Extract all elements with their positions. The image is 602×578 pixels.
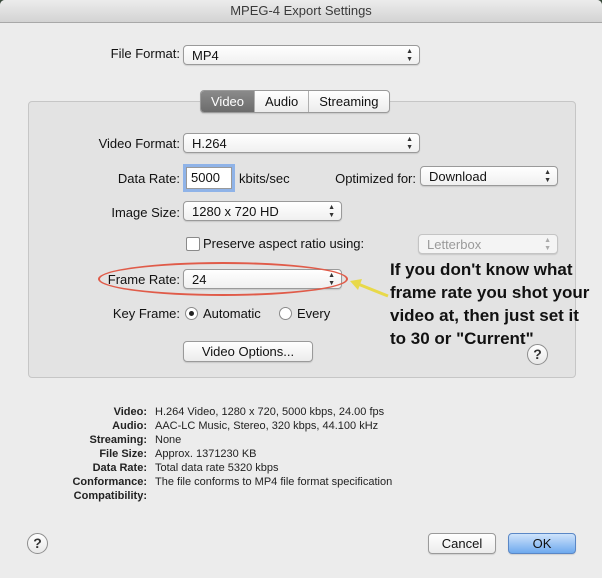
data-rate-label: Data Rate: xyxy=(117,171,180,186)
file-format-label: File Format: xyxy=(110,46,180,61)
data-rate-input[interactable]: 5000 xyxy=(186,167,232,189)
data-rate-unit: kbits/sec xyxy=(239,171,290,186)
ok-button[interactable]: OK xyxy=(508,533,576,554)
summary-key-video: Video: xyxy=(113,406,147,418)
summary-value-streaming: None xyxy=(155,434,182,446)
window-title: MPEG-4 Export Settings xyxy=(0,0,602,23)
key-frame-every-radio[interactable] xyxy=(279,307,292,320)
up-down-chevron-icon: ▲ ▼ xyxy=(544,169,551,184)
video-format-value: H.264 xyxy=(192,136,227,151)
preserve-aspect-value: Letterbox xyxy=(427,237,482,252)
annotation-note: If you don't know what frame rate you sh… xyxy=(390,260,590,348)
up-down-chevron-icon: ▲ ▼ xyxy=(328,204,335,219)
tab-audio[interactable]: Audio xyxy=(255,91,310,112)
summary-key-conformance: Conformance: xyxy=(72,476,147,488)
key-frame-label: Key Frame: xyxy=(112,306,180,321)
summary-value-data-rate: Total data rate 5320 kbps xyxy=(155,462,279,474)
export-settings-window: MPEG-4 Export Settings File Format: MP4 … xyxy=(0,0,602,578)
key-frame-automatic-label: Automatic xyxy=(203,306,261,321)
file-format-value: MP4 xyxy=(192,48,219,63)
summary-section: Video: H.264 Video, 1280 x 720, 5000 kbp… xyxy=(0,406,602,506)
preserve-aspect-popup[interactable]: Letterbox ▲ ▼ xyxy=(418,234,558,254)
image-size-value: 1280 x 720 HD xyxy=(192,204,279,219)
preserve-aspect-label: Preserve aspect ratio using: xyxy=(203,236,365,251)
settings-tabs: Video Audio Streaming xyxy=(200,90,390,113)
image-size-label: Image Size: xyxy=(111,205,180,220)
key-frame-automatic-radio[interactable] xyxy=(185,307,198,320)
summary-value-audio: AAC-LC Music, Stereo, 320 kbps, 44.100 k… xyxy=(155,420,379,432)
file-format-popup[interactable]: MP4 ▲ ▼ xyxy=(183,45,420,65)
cancel-button[interactable]: Cancel xyxy=(428,533,496,554)
video-format-label: Video Format: xyxy=(98,136,180,151)
dialog-help-button[interactable]: ? xyxy=(27,533,48,554)
tab-streaming[interactable]: Streaming xyxy=(309,91,388,112)
tab-video[interactable]: Video xyxy=(201,91,256,112)
optimized-for-popup[interactable]: Download ▲ ▼ xyxy=(420,166,558,186)
up-down-chevron-icon: ▲ ▼ xyxy=(406,136,413,151)
optimized-for-value: Download xyxy=(429,169,487,184)
key-frame-every-label: Every xyxy=(297,306,331,321)
summary-value-file-size: Approx. 1371230 KB xyxy=(155,448,257,460)
frame-rate-highlight-oval xyxy=(98,262,348,296)
summary-value-conformance: The file conforms to MP4 file format spe… xyxy=(155,476,393,488)
question-mark-icon: ? xyxy=(33,535,42,551)
preserve-aspect-checkbox[interactable] xyxy=(186,237,200,251)
summary-key-file-size: File Size: xyxy=(99,448,147,460)
summary-key-streaming: Streaming: xyxy=(89,434,147,446)
image-size-popup[interactable]: 1280 x 720 HD ▲ ▼ xyxy=(183,201,342,221)
summary-key-data-rate: Data Rate: xyxy=(92,462,147,474)
up-down-chevron-icon: ▲ ▼ xyxy=(406,48,413,63)
summary-value-video: H.264 Video, 1280 x 720, 5000 kbps, 24.0… xyxy=(155,406,385,418)
up-down-chevron-icon: ▲ ▼ xyxy=(544,237,551,252)
optimized-for-label: Optimized for: xyxy=(335,171,416,186)
summary-key-compatibility: Compatibility: xyxy=(73,490,147,502)
annotation-arrow-icon xyxy=(350,279,389,298)
video-format-popup[interactable]: H.264 ▲ ▼ xyxy=(183,133,420,153)
video-options-button[interactable]: Video Options... xyxy=(183,341,313,362)
summary-key-audio: Audio: xyxy=(112,420,147,432)
